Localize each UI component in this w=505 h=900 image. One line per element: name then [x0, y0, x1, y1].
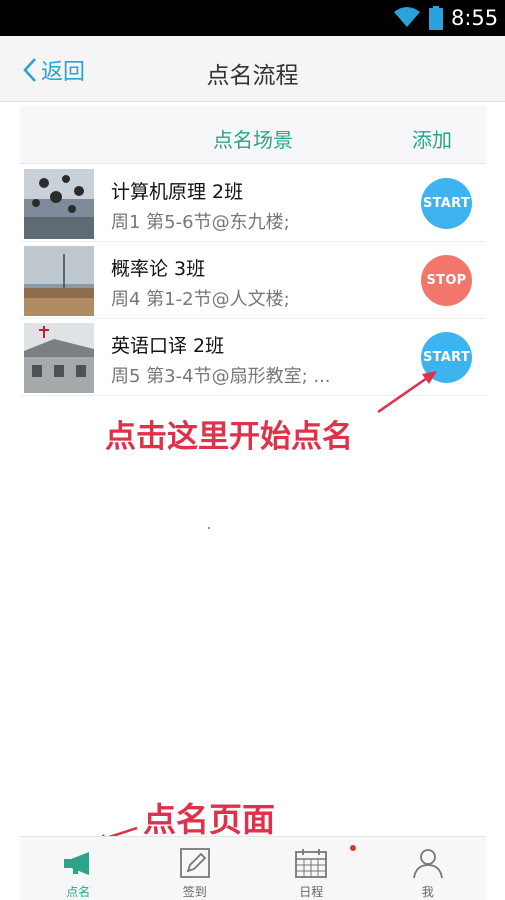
page-hint-annotation: 点名页面 [143, 800, 275, 839]
status-time: 8:55 [451, 6, 499, 30]
course-thumbnail [24, 169, 94, 239]
course-list: 计算机原理 2班 周1 第5-6节@东九楼; START 概率论 3班 周4 第… [20, 165, 486, 396]
course-thumbnail [24, 323, 94, 393]
edit-icon [179, 848, 210, 878]
user-icon [412, 849, 443, 879]
calendar-icon [295, 849, 328, 878]
course-name: 英语口译 2班 [111, 335, 225, 357]
tab-label: 我 [421, 885, 434, 899]
tab-me[interactable]: 我 [370, 837, 487, 900]
page-title: 点名流程 [206, 63, 299, 89]
megaphone-icon [64, 852, 90, 875]
stray-dot [208, 527, 210, 529]
course-row[interactable]: 概率论 3班 周4 第1-2节@人文楼; STOP [20, 242, 486, 319]
tab-bar: 点名 签到 日程 我 [20, 836, 486, 900]
course-name: 计算机原理 2班 [111, 181, 244, 203]
tab-label: 签到 [182, 885, 207, 899]
tab-rollcall[interactable]: 点名 [20, 837, 137, 900]
start-button[interactable]: START [421, 178, 472, 229]
course-row[interactable]: 计算机原理 2班 周1 第5-6节@东九楼; START [20, 165, 486, 242]
notification-dot [350, 845, 356, 851]
start-button[interactable]: START [421, 332, 472, 383]
battery-icon [429, 6, 443, 30]
course-schedule: 周1 第5-6节@东九楼; [111, 212, 290, 233]
tab-label: 日程 [299, 885, 324, 899]
scene-header: 点名场景 添加 [20, 106, 486, 164]
course-schedule: 周4 第1-2节@人文楼; [111, 289, 290, 310]
stop-button[interactable]: STOP [421, 255, 472, 306]
add-button[interactable]: 添加 [412, 124, 452, 153]
course-row[interactable]: 英语口译 2班 周5 第3-4节@扇形教室; ... START [20, 319, 486, 396]
status-bar: 8:55 [0, 0, 505, 36]
tab-signin[interactable]: 签到 [137, 837, 254, 900]
wifi-icon [394, 7, 420, 27]
course-schedule: 周5 第3-4节@扇形教室; ... [111, 366, 331, 387]
start-hint-annotation: 点击这里开始点名 [105, 419, 353, 455]
course-thumbnail [24, 246, 94, 316]
nav-bar: 返回 点名流程 [0, 36, 505, 102]
course-name: 概率论 3班 [111, 258, 206, 280]
tab-label: 点名 [66, 885, 91, 899]
